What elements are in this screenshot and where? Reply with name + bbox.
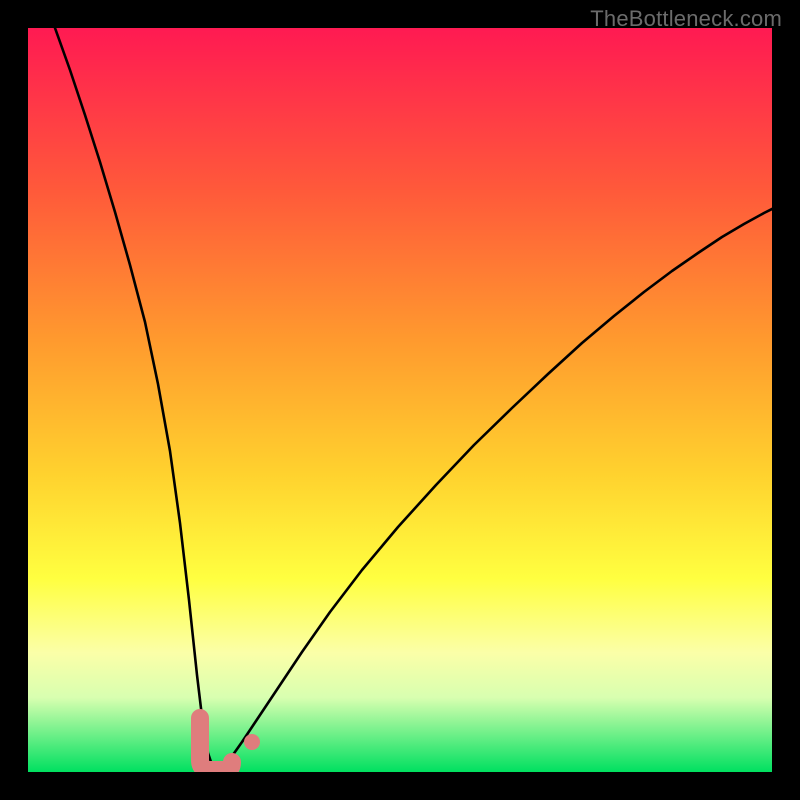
watermark-text: TheBottleneck.com	[590, 6, 782, 32]
plot-background	[28, 28, 772, 772]
bottleneck-chart	[0, 0, 800, 800]
chart-frame: { "watermark": "TheBottleneck.com", "col…	[0, 0, 800, 800]
marker-dot	[244, 734, 260, 750]
